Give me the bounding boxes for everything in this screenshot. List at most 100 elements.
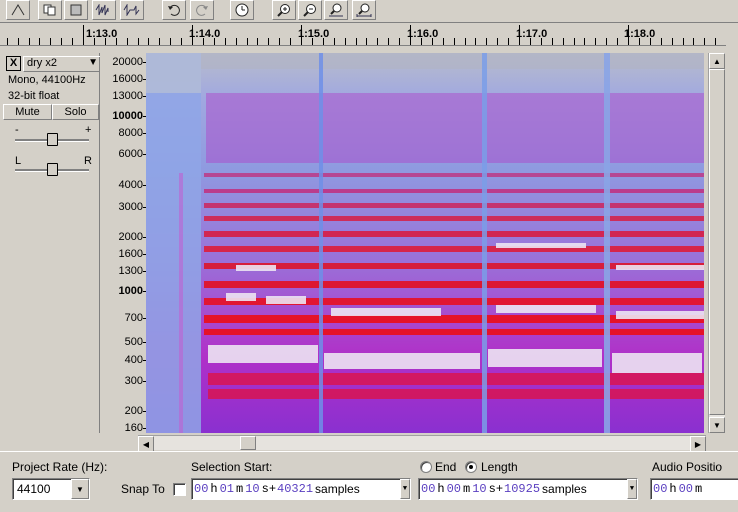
ruler-tick — [661, 38, 662, 45]
selection-length-time[interactable]: 00 h 00 m 10 s+ 10925 samples ▼ — [418, 478, 638, 500]
ruler-tick — [584, 38, 585, 45]
track-format: Mono, 44100Hz — [8, 74, 86, 86]
ruler-tick — [225, 38, 226, 45]
spectral-peak — [616, 265, 704, 270]
ruler-tick — [552, 38, 553, 45]
ruler-tick — [116, 38, 117, 45]
ruler-tick — [345, 38, 346, 45]
silence-icon[interactable] — [120, 0, 144, 20]
length-minutes: 00 — [446, 482, 462, 496]
ruler-tick — [39, 38, 40, 45]
freq-label: 200 — [124, 405, 143, 417]
zoom-in-icon[interactable] — [272, 0, 296, 20]
freq-label: 13000 — [112, 90, 143, 102]
harmonic-band — [204, 173, 704, 177]
spectral-peak — [236, 265, 276, 271]
gain-plus-label: + — [85, 124, 92, 136]
ruler-tick — [61, 38, 62, 45]
undo-icon[interactable] — [162, 0, 186, 20]
frequency-axis: 20000 16000 13000 10000 8000 6000 4000 3… — [100, 53, 146, 434]
spectral-peak — [616, 311, 704, 319]
scroll-left-icon[interactable]: ◀ — [138, 436, 154, 452]
chevron-down-icon[interactable]: ▼ — [400, 479, 410, 499]
chevron-down-icon[interactable]: ▼ — [627, 479, 637, 499]
harmonic-band — [204, 231, 704, 237]
fit-project-icon[interactable] — [352, 0, 376, 20]
trim-icon[interactable] — [92, 0, 116, 20]
ruler-label: 1:14.0 — [189, 28, 221, 40]
ruler-tick — [127, 38, 128, 45]
ruler-tick — [94, 38, 95, 45]
copy-icon[interactable] — [38, 0, 62, 20]
vertical-scrollbar[interactable]: ▲ ▼ — [708, 53, 725, 433]
gain-minus-label: - — [15, 124, 19, 136]
freq-label: 160 — [124, 422, 143, 434]
freq-label: 3000 — [118, 201, 143, 213]
horizontal-scrollbar[interactable]: ◀ ▶ — [138, 435, 706, 452]
fit-selection-icon[interactable] — [324, 0, 348, 20]
ruler-label: 1:16.0 — [407, 28, 439, 40]
freq-label: 1000 — [118, 285, 143, 297]
ruler-tick — [650, 38, 651, 45]
spectrogram-view[interactable] — [146, 53, 704, 433]
selection-start-time[interactable]: 00 h 01 m 10 s+ 40321 samples ▼ — [191, 478, 411, 500]
envelope-tool-icon[interactable] — [6, 0, 30, 20]
audio-pos-minutes: 00 — [678, 482, 694, 496]
freq-label: 1600 — [118, 248, 143, 260]
mute-button[interactable]: Mute — [3, 104, 52, 120]
zoom-out-icon[interactable] — [298, 0, 322, 20]
spectral-peak — [612, 353, 702, 373]
chevron-down-icon: ▼ — [88, 57, 98, 68]
vertical-scroll-thumb[interactable] — [709, 69, 725, 415]
harmonic-band — [204, 281, 704, 288]
ruler-tick — [672, 38, 673, 45]
pan-slider[interactable] — [47, 163, 58, 176]
horizontal-scroll-thumb[interactable] — [240, 436, 256, 450]
end-radio[interactable] — [420, 461, 432, 473]
project-rate-select[interactable]: 44100 ▼ — [12, 478, 90, 500]
ruler-tick — [388, 38, 389, 45]
scroll-right-icon[interactable]: ▶ — [690, 436, 706, 452]
hours-unit: h — [669, 482, 677, 496]
spectral-peak — [496, 305, 596, 313]
freq-label: 10000 — [112, 110, 143, 122]
ruler-tick — [50, 38, 51, 45]
snap-to-label: Snap To — [121, 482, 165, 496]
ruler-tick — [7, 38, 8, 45]
scroll-up-icon[interactable]: ▲ — [709, 53, 725, 69]
start-hours: 00 — [194, 482, 209, 496]
solo-button[interactable]: Solo — [52, 104, 99, 120]
length-hours: 00 — [421, 482, 436, 496]
spectrogram-image — [146, 53, 704, 433]
start-minutes: 01 — [219, 482, 235, 496]
scroll-down-icon[interactable]: ▼ — [709, 417, 725, 433]
gain-slider[interactable] — [47, 133, 58, 146]
ruler-tick — [236, 38, 237, 45]
audio-position-time[interactable]: 00 h 00 m — [650, 478, 738, 500]
spectral-peak — [226, 293, 256, 301]
paste-icon[interactable] — [64, 0, 88, 20]
pan-left-label: L — [15, 155, 22, 167]
freq-label: 700 — [124, 312, 143, 324]
ruler-tick — [704, 38, 705, 45]
redo-icon[interactable] — [190, 0, 214, 20]
snap-to-checkbox[interactable] — [173, 483, 186, 496]
low-energy-band — [208, 389, 704, 399]
chevron-down-icon[interactable]: ▼ — [71, 479, 89, 499]
hours-unit: h — [437, 482, 445, 496]
selection-toolbar: Project Rate (Hz): 44100 ▼ Snap To Selec… — [0, 451, 738, 512]
length-radio[interactable] — [465, 461, 477, 473]
timer-icon[interactable] — [230, 0, 254, 20]
ruler-tick — [148, 38, 149, 45]
spectral-peak — [266, 296, 306, 304]
timeline-ruler[interactable]: 1:13.0 1:14.0 1:15.0 1:16.0 1:17.0 1:18.… — [0, 23, 726, 46]
close-track-icon[interactable]: X — [6, 56, 21, 71]
low-energy-band — [208, 373, 704, 385]
ruler-tick — [18, 38, 19, 45]
length-label: Length — [481, 460, 518, 474]
track-name-menu[interactable]: dry x2 ▼ — [23, 56, 101, 72]
project-rate-label: Project Rate (Hz): — [12, 460, 108, 474]
seconds-unit: s+ — [488, 482, 504, 496]
ruler-tick — [181, 38, 182, 45]
spectral-peak — [496, 243, 586, 248]
